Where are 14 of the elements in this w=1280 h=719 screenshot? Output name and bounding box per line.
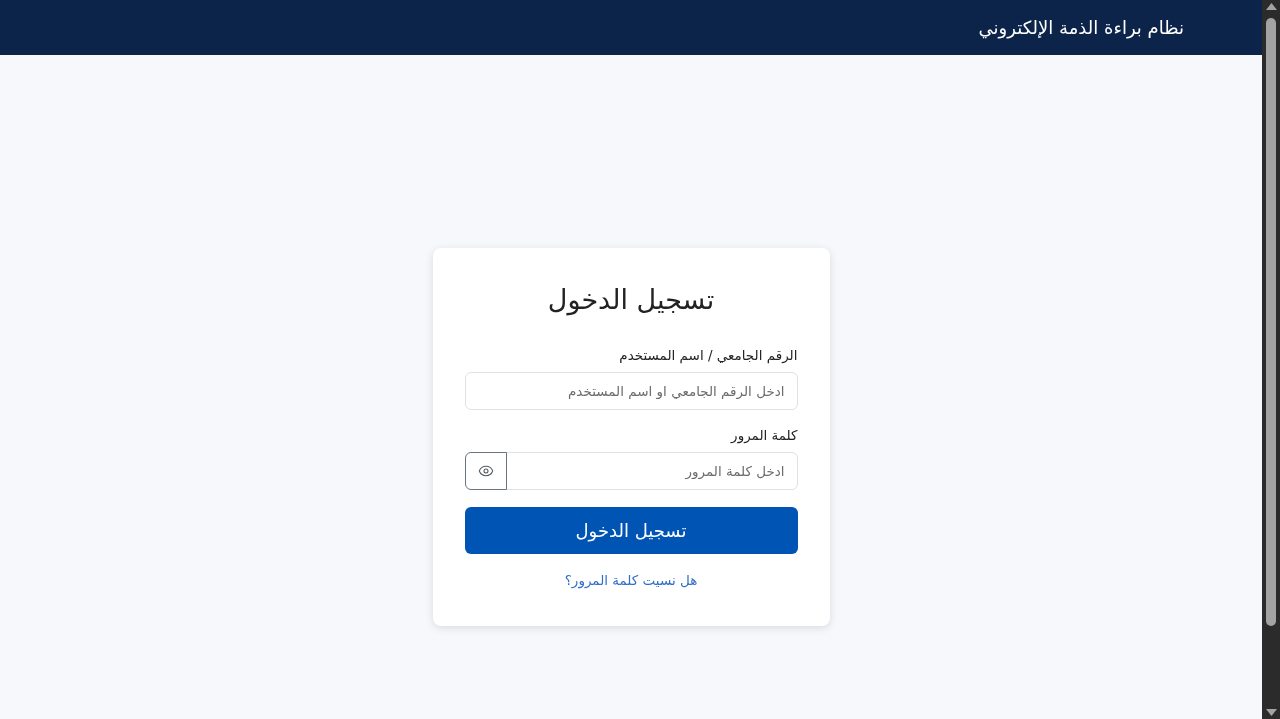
forgot-password-link[interactable]: هل نسيت كلمة المرور؟ — [564, 572, 698, 588]
scrollbar[interactable] — [1262, 0, 1280, 719]
password-field[interactable]: ادخل كلمة المرور — [505, 452, 798, 490]
scroll-down-arrow-icon[interactable] — [1265, 709, 1277, 716]
login-title: تسجيل الدخول — [547, 284, 715, 315]
eye-icon — [477, 463, 494, 479]
login-button[interactable]: تسجيل الدخول — [464, 507, 798, 554]
field-label: الرقم الجامعي / اسم المستخدم — [619, 347, 798, 363]
show-password-button[interactable] — [464, 452, 507, 490]
field-label: كلمة المرور — [731, 427, 798, 443]
input-field[interactable]: ادخل الرقم الجامعي او اسم المستخدم — [464, 372, 798, 410]
scroll-up-arrow-icon[interactable] — [1265, 3, 1277, 10]
app-title: نظام براءة الذمة الإلكتروني — [978, 17, 1184, 38]
scrollbar-thumb[interactable] — [1266, 18, 1276, 626]
